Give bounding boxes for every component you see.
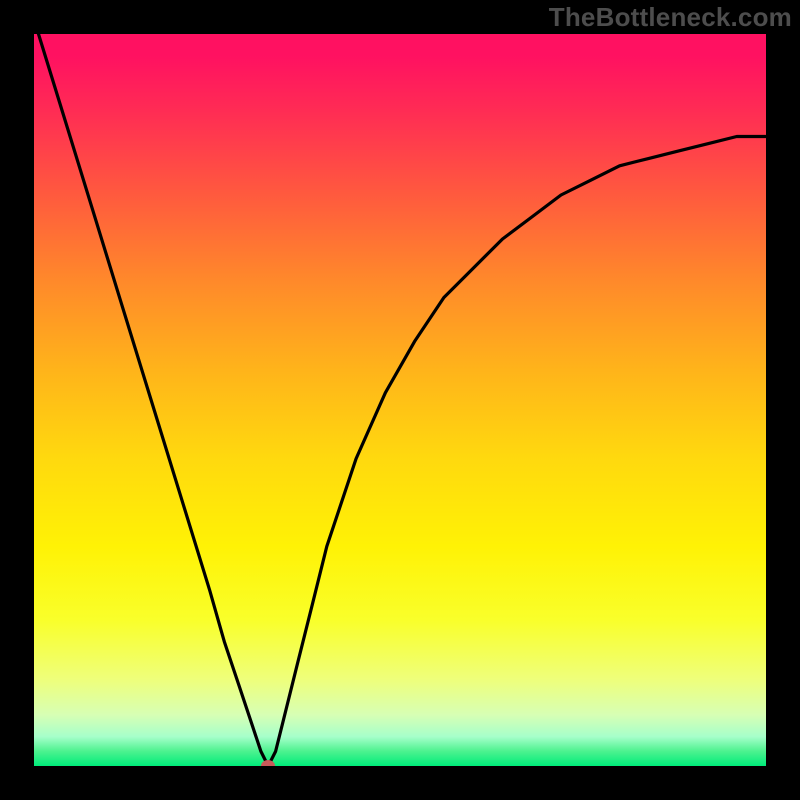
watermark-text: TheBottleneck.com <box>549 2 792 33</box>
optimal-marker <box>261 760 275 766</box>
bottleneck-curve <box>34 34 766 766</box>
plot-area <box>34 34 766 766</box>
chart-frame: TheBottleneck.com <box>0 0 800 800</box>
